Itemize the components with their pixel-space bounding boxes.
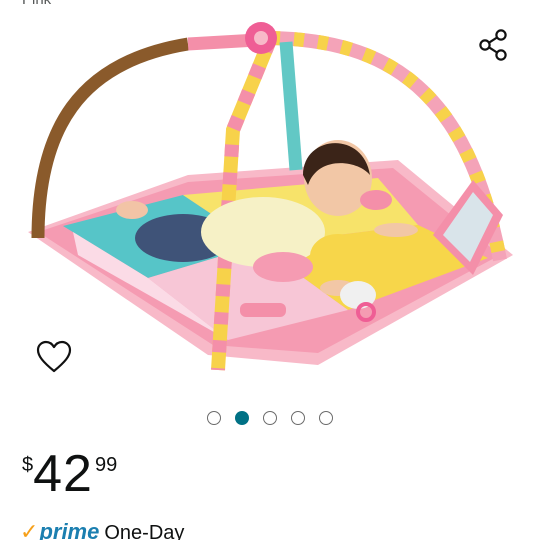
price-fraction: 99 [94, 454, 118, 476]
prime-check-icon: ✓ [20, 519, 39, 540]
carousel-dot-1[interactable] [207, 411, 221, 425]
carousel-dot-2[interactable] [235, 411, 249, 425]
carousel-dot-3[interactable] [263, 411, 277, 425]
carousel-dot-5[interactable] [319, 411, 333, 425]
wishlist-button[interactable] [34, 338, 74, 378]
product-image[interactable] [18, 10, 523, 395]
share-button[interactable] [474, 26, 514, 66]
heart-icon [36, 340, 72, 373]
product-image-carousel[interactable] [0, 0, 540, 400]
price: $ 42 99 [22, 448, 117, 500]
prime-delivery-badge: ✓ prime One-Day [20, 519, 184, 540]
delivery-speed: One-Day [104, 522, 185, 540]
price-whole: 42 [33, 445, 93, 503]
prime-logo: prime [39, 519, 100, 540]
share-icon [479, 29, 507, 61]
carousel-dots [0, 411, 540, 429]
price-currency-symbol: $ [22, 454, 34, 476]
carousel-dot-4[interactable] [291, 411, 305, 425]
